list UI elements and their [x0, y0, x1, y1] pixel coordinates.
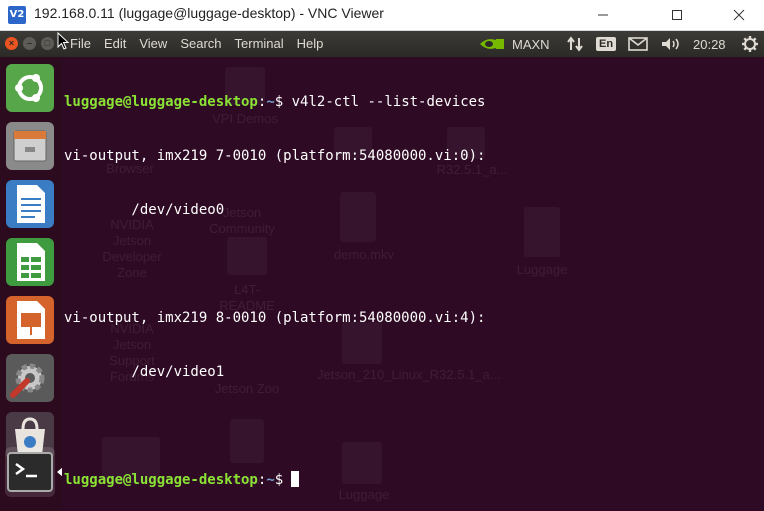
command-text: v4l2-ctl --list-devices: [291, 94, 486, 110]
launcher-files[interactable]: [5, 121, 55, 171]
nvidia-power-indicator[interactable]: MAXN: [478, 31, 550, 57]
close-icon: [733, 9, 745, 21]
libreoffice-impress-icon: [6, 296, 54, 344]
close-icon: ×: [8, 38, 15, 48]
messaging-indicator[interactable]: [628, 31, 648, 57]
launcher-calc[interactable]: [5, 237, 55, 287]
session-indicator[interactable]: [741, 31, 759, 57]
menu-view[interactable]: View: [139, 36, 167, 51]
vnc-logo-icon: V2: [8, 6, 26, 24]
launcher-impress[interactable]: [5, 295, 55, 345]
text-cursor: [291, 471, 300, 487]
files-icon: [6, 122, 54, 170]
terminal-close-button[interactable]: ×: [5, 37, 18, 50]
launcher-settings[interactable]: [5, 353, 55, 403]
terminal-output-line: vi-output, imx219 7-0010 (platform:54080…: [64, 148, 486, 164]
prompt-symbol: $: [274, 472, 284, 488]
launcher: [0, 57, 63, 511]
terminal-icon: [7, 452, 53, 492]
network-icon: [567, 36, 583, 52]
clock[interactable]: 20:28: [693, 31, 726, 57]
clock-label: 20:28: [693, 36, 726, 52]
power-mode-label: MAXN: [512, 36, 550, 52]
vnc-titlebar: V2 192.168.0.11 (luggage@luggage-desktop…: [0, 0, 764, 31]
mouse-pointer-icon: [57, 32, 69, 50]
desktop-label-luggage-top: Luggage: [516, 262, 568, 277]
system-settings-icon: [6, 354, 54, 402]
menu-help[interactable]: Help: [297, 36, 324, 51]
launcher-terminal[interactable]: [5, 447, 55, 497]
terminal-output: luggage@luggage-desktop:~$ v4l2-ctl --li…: [64, 57, 486, 511]
terminal-window[interactable]: VPI Demos Browser R32.5.1_a... Jetson Co…: [62, 57, 764, 511]
menu-bar: File Edit View Search Terminal Help: [70, 36, 336, 51]
window-title: 192.168.0.11 (luggage@luggage-desktop) -…: [34, 5, 384, 21]
maximize-icon: [672, 10, 682, 20]
prompt-user-host: luggage@luggage-desktop: [64, 472, 258, 488]
prompt-path: ~: [266, 472, 275, 488]
launcher-dash[interactable]: [5, 63, 55, 113]
top-panel: × – □ File Edit View Search Terminal Hel…: [0, 31, 764, 57]
launcher-writer[interactable]: [5, 179, 55, 229]
terminal-output-line: /dev/video1: [64, 364, 225, 380]
libreoffice-calc-icon: [6, 238, 54, 286]
menu-file[interactable]: File: [70, 36, 91, 51]
sound-indicator[interactable]: [660, 31, 682, 57]
network-indicator[interactable]: [566, 31, 584, 57]
minimize-icon: –: [26, 38, 32, 48]
terminal-minimize-button[interactable]: –: [23, 37, 36, 50]
maximize-icon: □: [44, 38, 51, 48]
prompt-path: ~: [266, 94, 275, 110]
terminal-output-line: /dev/video0: [64, 202, 225, 218]
keyboard-indicator[interactable]: En: [596, 31, 617, 57]
libreoffice-writer-icon: [6, 180, 54, 228]
nvidia-icon: [480, 39, 504, 49]
volume-icon: [662, 38, 679, 50]
mail-icon: [628, 37, 648, 51]
minimize-button[interactable]: [580, 0, 626, 30]
menu-terminal[interactable]: Terminal: [235, 36, 284, 51]
prompt-user-host: luggage@luggage-desktop: [64, 94, 258, 110]
desktop-icon-luggage-top: [524, 207, 560, 257]
minimize-icon: [598, 14, 608, 16]
menu-edit[interactable]: Edit: [104, 36, 126, 51]
terminal-maximize-button[interactable]: □: [41, 37, 54, 50]
terminal-line-prompt: luggage@luggage-desktop:~$: [64, 471, 486, 489]
maximize-button[interactable]: [654, 0, 700, 30]
menu-search[interactable]: Search: [180, 36, 221, 51]
keyboard-icon: En: [596, 37, 617, 51]
terminal-line-command: luggage@luggage-desktop:~$ v4l2-ctl --li…: [64, 93, 486, 111]
close-button[interactable]: [716, 0, 762, 30]
settings-gear-icon: [742, 36, 758, 52]
terminal-output-line: vi-output, imx219 8-0010 (platform:54080…: [64, 310, 486, 326]
ubuntu-dash-icon: [6, 64, 54, 112]
prompt-symbol: $: [274, 94, 284, 110]
